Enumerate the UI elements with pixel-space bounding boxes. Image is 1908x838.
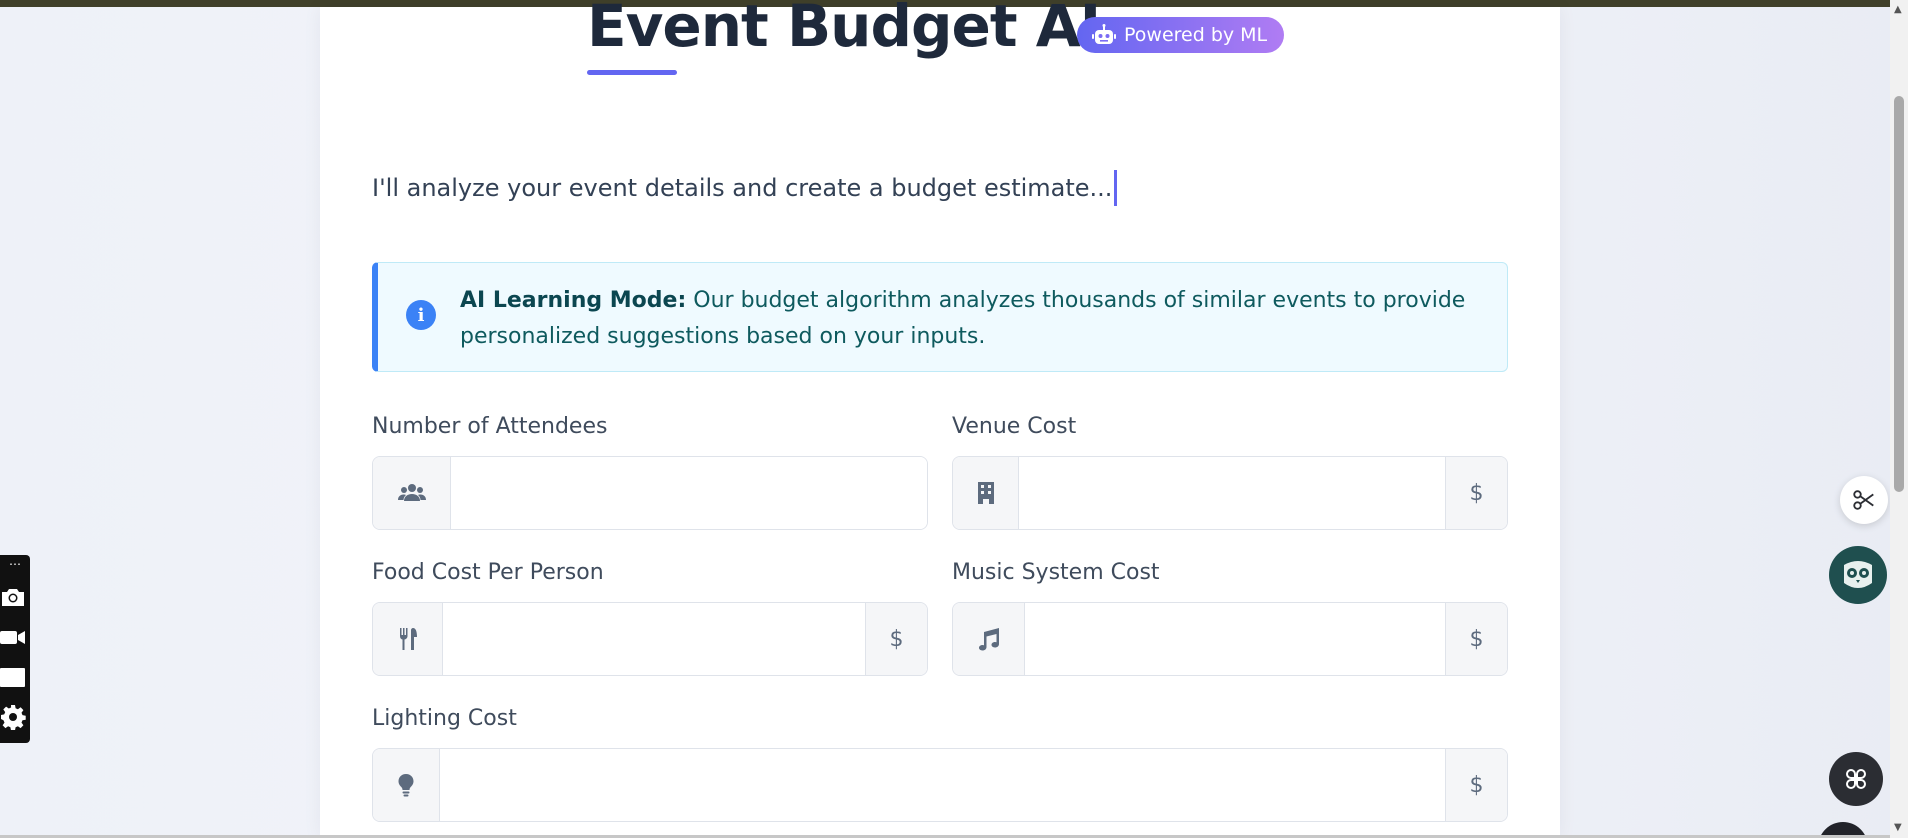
camera-button[interactable] <box>0 577 30 617</box>
title-underline <box>587 70 677 75</box>
robot-icon <box>1092 24 1116 44</box>
window-capture-button[interactable] <box>0 657 30 697</box>
venue-cost-input-group: $ <box>952 456 1508 530</box>
venue-cost-label: Venue Cost <box>952 414 1077 439</box>
lightbulb-icon <box>398 774 414 797</box>
toolbar-more-icon[interactable]: ⋯ <box>9 557 21 577</box>
scissors-float-button[interactable] <box>1840 476 1888 524</box>
attendees-label: Number of Attendees <box>372 414 608 439</box>
lighting-cost-label: Lighting Cost <box>372 706 517 731</box>
camera-icon <box>2 589 24 606</box>
venue-cost-input[interactable] <box>1019 457 1445 529</box>
attendees-input[interactable] <box>451 457 927 529</box>
badge-label: Powered by ML <box>1124 24 1268 46</box>
music-cost-input-group: $ <box>952 602 1508 676</box>
info-heading: AI Learning Mode: <box>460 288 687 313</box>
page-title: Event Budget AI <box>587 0 1101 60</box>
lighting-cost-input[interactable] <box>440 749 1445 821</box>
lighting-cost-input-group: $ <box>372 748 1508 822</box>
venue-currency-suffix: $ <box>1445 457 1507 529</box>
building-icon <box>977 482 994 504</box>
music-cost-label: Music System Cost <box>952 560 1160 585</box>
food-addon <box>373 603 443 675</box>
ai-learning-mode-alert: i AI Learning Mode: Our budget algorithm… <box>372 262 1508 372</box>
scroll-down-arrow-icon[interactable]: ▼ <box>1894 822 1902 833</box>
food-cost-label: Food Cost Per Person <box>372 560 604 585</box>
owl-assistant-button[interactable] <box>1829 546 1887 604</box>
users-icon <box>397 484 426 501</box>
lighting-addon <box>373 749 440 821</box>
settings-button[interactable] <box>0 697 30 737</box>
command-float-button[interactable] <box>1829 752 1883 806</box>
attendees-input-group <box>372 456 928 530</box>
screen-capture-toolbar: ⋯ <box>0 555 30 743</box>
video-button[interactable] <box>0 617 30 657</box>
owl-icon <box>1844 561 1872 588</box>
food-cost-input-group: $ <box>372 602 928 676</box>
ai-typing-text: I'll analyze your event details and crea… <box>372 170 1118 206</box>
music-currency-suffix: $ <box>1445 603 1507 675</box>
gear-icon <box>1 705 26 730</box>
venue-addon <box>953 457 1019 529</box>
music-cost-input[interactable] <box>1025 603 1445 675</box>
attendees-addon <box>373 457 451 529</box>
scroll-up-arrow-icon[interactable]: ▲ <box>1894 4 1902 15</box>
typing-caret <box>1114 170 1118 206</box>
typing-text: I'll analyze your event details and crea… <box>372 174 1113 202</box>
food-cost-input[interactable] <box>443 603 865 675</box>
info-text: AI Learning Mode: Our budget algorithm a… <box>460 283 1470 355</box>
info-circle-icon: i <box>406 300 436 330</box>
command-icon <box>1846 768 1866 789</box>
scissors-icon <box>1853 490 1874 510</box>
music-addon <box>953 603 1025 675</box>
lighting-currency-suffix: $ <box>1445 749 1507 821</box>
powered-by-ml-badge: Powered by ML <box>1077 17 1285 53</box>
music-note-icon <box>978 628 999 651</box>
video-camera-icon <box>0 631 25 644</box>
window-icon <box>0 668 25 687</box>
utensils-icon <box>399 628 417 650</box>
food-currency-suffix: $ <box>865 603 927 675</box>
scrollbar-thumb[interactable] <box>1894 96 1904 492</box>
